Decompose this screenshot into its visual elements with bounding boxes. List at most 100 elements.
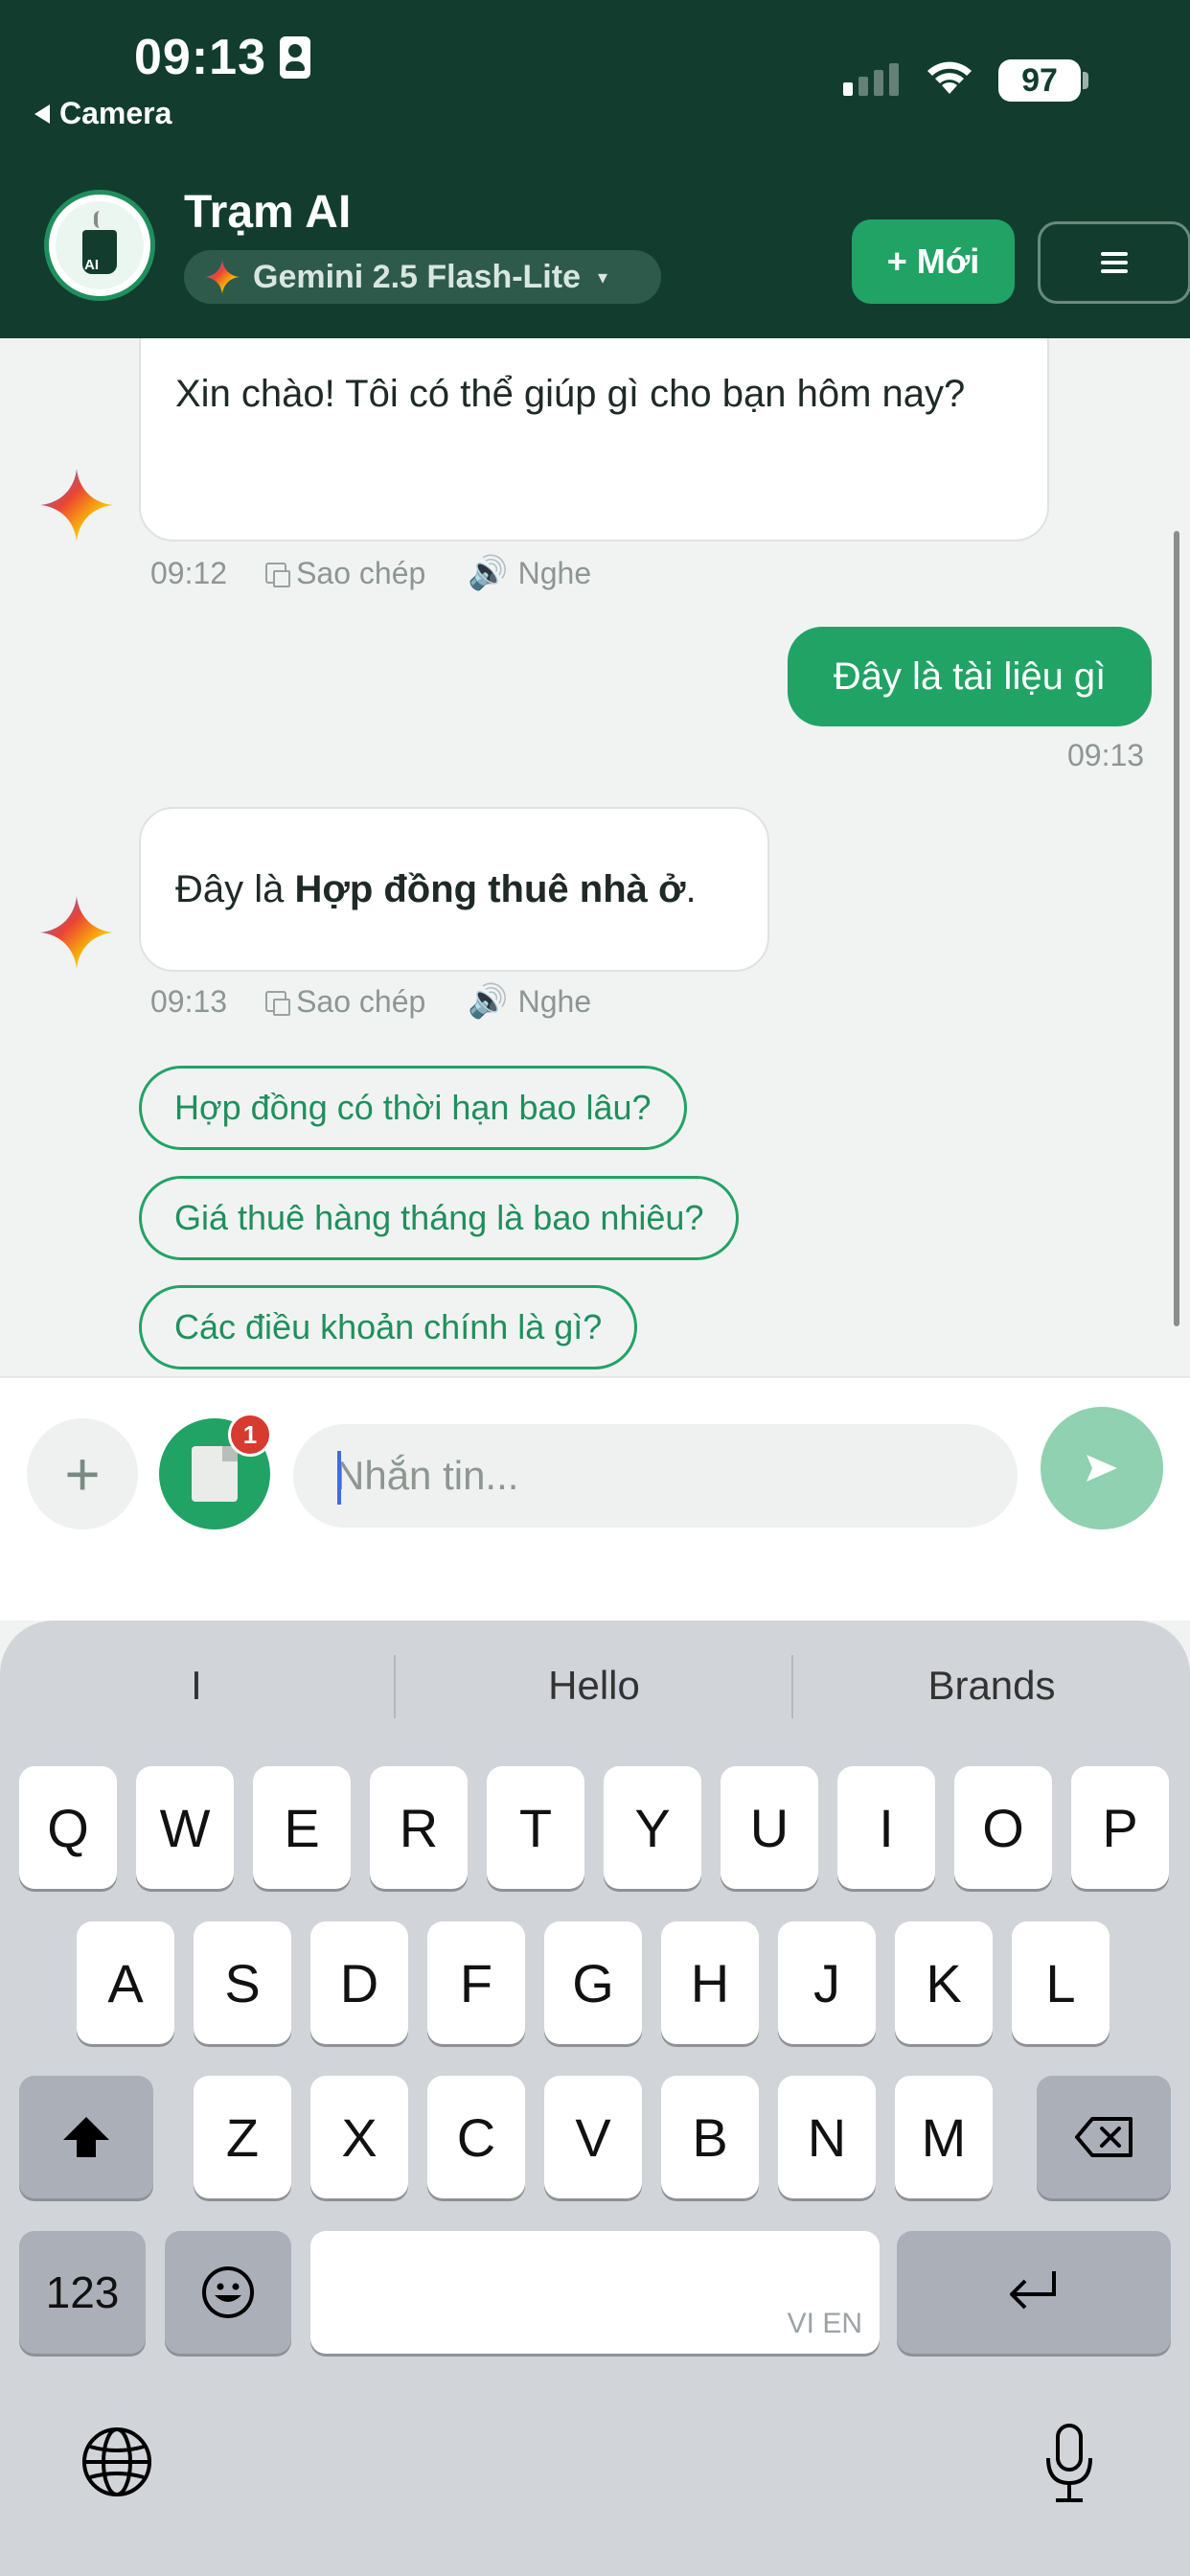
assistant-message-bubble: Xin chào! Tôi có thể giúp gì cho bạn hôm… — [139, 338, 1049, 541]
keyboard-language-label: VI EN — [787, 2308, 862, 2339]
copy-label: Sao chép — [296, 983, 426, 1019]
back-label: Camera — [59, 96, 172, 130]
copy-button[interactable]: Sao chép — [265, 556, 425, 591]
key-q[interactable]: Q — [19, 1766, 117, 1889]
key-n[interactable]: N — [778, 2076, 876, 2198]
key-d[interactable]: D — [310, 1921, 408, 2044]
app-header: 09:13 Camera 97 AI Trạm AI Gemini 2.5 Fl… — [0, 0, 1190, 338]
add-attachment-button[interactable]: + — [27, 1418, 138, 1530]
listen-label: Nghe — [517, 555, 592, 590]
listen-button[interactable]: 🔊 Nghe — [468, 554, 591, 592]
app-screen: 09:13 Camera 97 AI Trạm AI Gemini 2.5 Fl… — [0, 0, 1190, 2576]
key-s[interactable]: S — [194, 1921, 291, 2044]
prediction-divider — [394, 1655, 396, 1718]
key-r[interactable]: R — [370, 1766, 468, 1889]
message-meta: 09:13 Sao chép 🔊 Nghe — [150, 982, 633, 1021]
model-selector[interactable]: Gemini 2.5 Flash-Lite ▾ — [184, 250, 661, 304]
key-k[interactable]: K — [895, 1921, 993, 2044]
message-meta: 09:12 Sao chép 🔊 Nghe — [150, 554, 633, 592]
shift-arrow-icon — [63, 2117, 109, 2157]
gemini-sparkle-icon — [205, 260, 240, 294]
key-p[interactable]: P — [1071, 1766, 1169, 1889]
gemini-sparkle-icon — [40, 469, 113, 541]
key-y[interactable]: Y — [604, 1766, 701, 1889]
logo-text: AI — [84, 257, 99, 273]
prediction-1[interactable]: I — [38, 1647, 355, 1724]
speaker-icon: 🔊 — [468, 983, 509, 1020]
send-button[interactable] — [1041, 1407, 1163, 1530]
key-g[interactable]: G — [544, 1921, 642, 2044]
microphone-icon[interactable] — [1042, 2422, 1096, 2506]
key-b[interactable]: B — [661, 2076, 759, 2198]
shift-key[interactable] — [19, 2076, 153, 2198]
assistant-message-text: Đây là Hợp đồng thuê nhà ở. — [175, 859, 697, 920]
assistant-text-suffix: . — [685, 868, 697, 910]
key-c[interactable]: C — [427, 2076, 525, 2198]
chevron-down-icon: ▾ — [597, 266, 608, 288]
key-l[interactable]: L — [1012, 1921, 1110, 2044]
app-logo: AI — [44, 190, 155, 301]
speaker-icon: 🔊 — [468, 555, 509, 591]
key-f[interactable]: F — [427, 1921, 525, 2044]
prediction-2[interactable]: Hello — [397, 1647, 791, 1724]
return-key[interactable] — [897, 2231, 1171, 2354]
status-time: 09:13 — [134, 29, 310, 86]
key-m[interactable]: M — [895, 2076, 993, 2198]
contact-badge-icon — [280, 36, 310, 79]
assistant-text-bold: Hợp đồng thuê nhà ở — [294, 868, 686, 910]
emoji-key[interactable] — [165, 2231, 291, 2354]
new-chat-button[interactable]: + Mới — [852, 219, 1015, 304]
battery-tip — [1083, 72, 1088, 89]
app-title: Trạm AI — [184, 187, 352, 238]
key-t[interactable]: T — [487, 1766, 584, 1889]
model-name: Gemini 2.5 Flash-Lite — [253, 258, 581, 295]
assistant-message-bubble: Đây là Hợp đồng thuê nhà ở. — [139, 807, 769, 972]
prediction-3[interactable]: Brands — [794, 1647, 1189, 1724]
suggestion-chip[interactable]: Giá thuê hàng tháng là bao nhiêu? — [139, 1176, 740, 1260]
assistant-message-text: Xin chào! Tôi có thể giúp gì cho bạn hôm… — [175, 373, 966, 415]
copy-button[interactable]: Sao chép — [265, 984, 425, 1020]
suggestion-chip[interactable]: Hợp đồng có thời hạn bao lâu? — [139, 1066, 687, 1150]
numbers-key[interactable]: 123 — [19, 2231, 146, 2354]
chat-thread[interactable]: Xin chào! Tôi có thể giúp gì cho bạn hôm… — [0, 338, 1190, 1376]
message-input[interactable]: Nhắn tin... — [293, 1424, 1018, 1528]
listen-label: Nghe — [517, 983, 592, 1019]
system-keyboard: I Hello Brands Q W E R T Y U I O P A S D… — [0, 1621, 1190, 2576]
user-message-text: Đây là tài liệu gì — [833, 655, 1107, 698]
battery-icon: 97 — [998, 59, 1081, 102]
menu-button[interactable] — [1038, 221, 1190, 304]
document-icon — [192, 1446, 238, 1502]
return-arrow-icon — [1010, 2271, 1056, 2310]
key-i[interactable]: I — [837, 1766, 935, 1889]
back-arrow-icon — [34, 104, 50, 124]
globe-icon[interactable] — [79, 2424, 155, 2500]
space-key[interactable]: VI EN — [310, 2231, 880, 2354]
assistant-text-prefix: Đây là — [175, 868, 295, 910]
back-to-camera[interactable]: Camera — [34, 96, 172, 131]
delete-key[interactable] — [1037, 2076, 1171, 2198]
key-x[interactable]: X — [310, 2076, 408, 2198]
key-h[interactable]: H — [661, 1921, 759, 2044]
message-time: 09:12 — [150, 555, 228, 590]
key-w[interactable]: W — [136, 1766, 234, 1889]
battery-level: 97 — [1021, 61, 1058, 99]
key-o[interactable]: O — [954, 1766, 1052, 1889]
key-z[interactable]: Z — [194, 2076, 291, 2198]
copy-label: Sao chép — [296, 555, 426, 590]
key-v[interactable]: V — [544, 2076, 642, 2198]
message-composer: + 1 Nhắn tin... — [0, 1376, 1190, 1621]
key-j[interactable]: J — [778, 1921, 876, 2044]
listen-button[interactable]: 🔊 Nghe — [468, 982, 591, 1021]
file-count-badge: 1 — [228, 1413, 272, 1457]
key-a[interactable]: A — [77, 1921, 174, 2044]
key-e[interactable]: E — [253, 1766, 351, 1889]
copy-icon — [265, 563, 291, 587]
text-cursor — [337, 1451, 341, 1505]
suggestion-chip[interactable]: Các điều khoản chính là gì? — [139, 1285, 638, 1369]
wifi-icon — [927, 61, 972, 94]
backspace-icon — [1075, 2117, 1133, 2157]
key-u[interactable]: U — [721, 1766, 818, 1889]
chat-scrollbar[interactable] — [1174, 531, 1179, 1326]
cellular-signal-icon — [843, 63, 899, 96]
gemini-sparkle-icon — [40, 896, 113, 969]
